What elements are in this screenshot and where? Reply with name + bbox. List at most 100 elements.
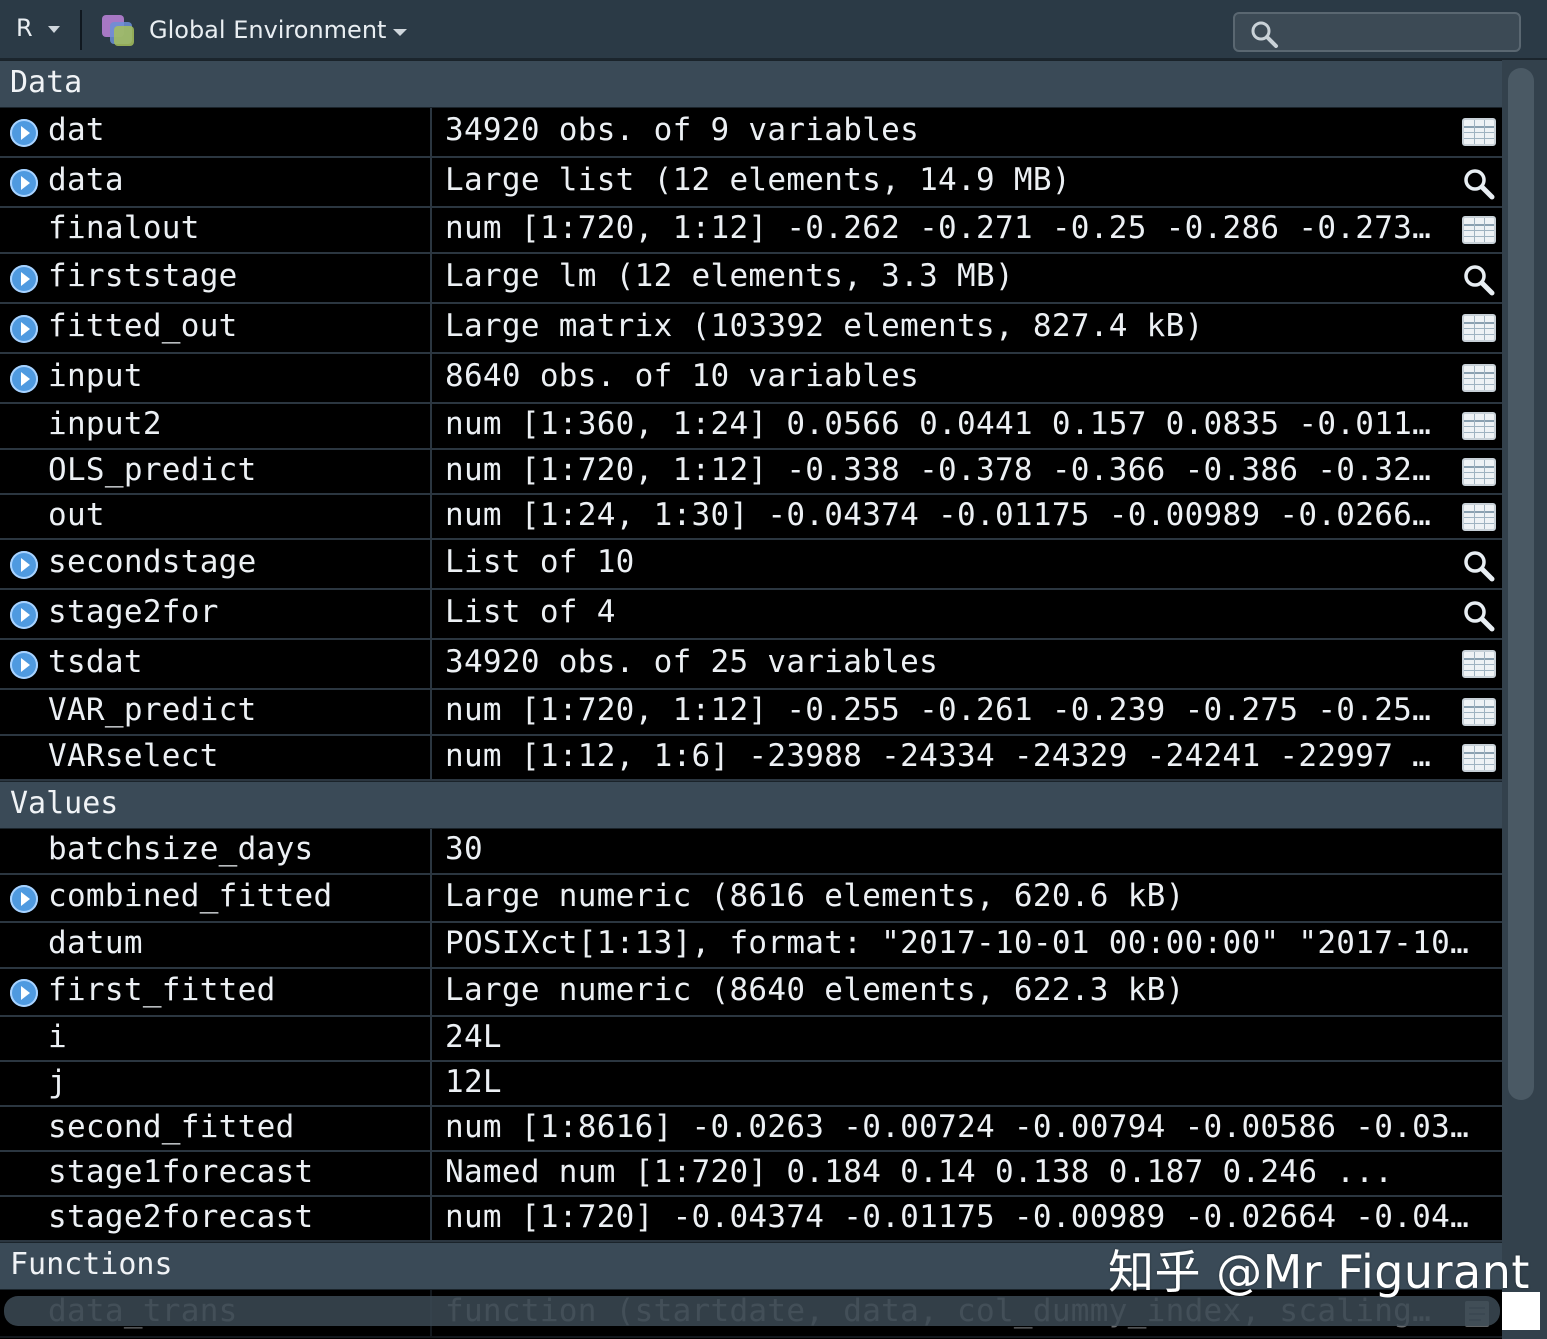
magnifier-icon[interactable] bbox=[1462, 168, 1498, 200]
object-name: VAR_predict bbox=[48, 692, 257, 728]
environment-dropdown-caret-icon[interactable] bbox=[393, 29, 407, 36]
env-object-row[interactable]: data Large list (12 elements, 14.9 MB) bbox=[0, 158, 1502, 208]
expand-arrow-icon[interactable] bbox=[10, 119, 38, 147]
object-name: i bbox=[48, 1019, 67, 1055]
object-name: tsdat bbox=[48, 644, 143, 680]
row-action[interactable] bbox=[1462, 264, 1498, 296]
row-action[interactable] bbox=[1462, 550, 1498, 582]
magnifier-icon[interactable] bbox=[1462, 550, 1498, 582]
view-table-icon[interactable] bbox=[1462, 650, 1496, 678]
environment-dropdown-label[interactable]: Global Environment bbox=[149, 16, 386, 44]
env-object-row[interactable]: OLS_predict num [1:720, 1:12] -0.338 -0.3… bbox=[0, 450, 1502, 495]
env-object-row[interactable]: stage2for List of 4 bbox=[0, 590, 1502, 640]
row-action[interactable] bbox=[1462, 600, 1498, 632]
object-value: Large lm (12 elements, 3.3 MB) bbox=[445, 258, 1014, 294]
object-name: OLS_predict bbox=[48, 452, 257, 488]
magnifier-icon[interactable] bbox=[1462, 600, 1498, 632]
expand-arrow-icon[interactable] bbox=[10, 265, 38, 293]
env-object-row[interactable]: i 24L bbox=[0, 1017, 1502, 1062]
object-value: num [1:360, 1:24] 0.0566 0.0441 0.157 0.… bbox=[445, 406, 1432, 442]
env-object-row[interactable]: second_fitted num [1:8616] -0.0263 -0.007… bbox=[0, 1107, 1502, 1152]
column-divider bbox=[430, 450, 432, 493]
object-name: stage1forecast bbox=[48, 1154, 314, 1190]
row-action[interactable] bbox=[1462, 364, 1498, 394]
expand-arrow-icon[interactable] bbox=[10, 979, 38, 1007]
language-dropdown-caret-icon[interactable] bbox=[48, 26, 60, 33]
object-value: num [1:720] -0.04374 -0.01175 -0.00989 -… bbox=[445, 1199, 1470, 1235]
section-header-data-label: Data bbox=[10, 65, 83, 100]
env-object-row[interactable]: finalout num [1:720, 1:12] -0.262 -0.271 … bbox=[0, 208, 1502, 254]
view-table-icon[interactable] bbox=[1462, 118, 1496, 146]
object-value: num [1:720, 1:12] -0.338 -0.378 -0.366 -… bbox=[445, 452, 1432, 488]
env-object-row[interactable]: secondstage List of 10 bbox=[0, 540, 1502, 590]
object-value: Large list (12 elements, 14.9 MB) bbox=[445, 162, 1071, 198]
view-table-icon[interactable] bbox=[1462, 216, 1496, 244]
expand-arrow-icon[interactable] bbox=[10, 365, 38, 393]
env-object-row[interactable]: fitted_out Large matrix (103392 elements,… bbox=[0, 304, 1502, 354]
expand-arrow-icon[interactable] bbox=[10, 651, 38, 679]
expand-arrow-icon[interactable] bbox=[10, 551, 38, 579]
expand-arrow-icon[interactable] bbox=[10, 169, 38, 197]
env-object-row[interactable]: first_fitted Large numeric (8640 elements… bbox=[0, 969, 1502, 1017]
env-object-row[interactable]: tsdat 34920 obs. of 25 variables bbox=[0, 640, 1502, 690]
env-object-row[interactable]: stage1forecast Named num [1:720] 0.184 0.… bbox=[0, 1152, 1502, 1197]
section-header-values-label: Values bbox=[10, 786, 119, 821]
column-divider bbox=[430, 590, 432, 638]
row-action[interactable] bbox=[1462, 458, 1498, 488]
env-object-row[interactable]: VARselect num [1:12, 1:6] -23988 -24334 -… bbox=[0, 736, 1502, 781]
view-table-icon[interactable] bbox=[1462, 744, 1496, 772]
search-input[interactable] bbox=[1291, 18, 1515, 48]
row-action[interactable] bbox=[1462, 503, 1498, 533]
view-table-icon[interactable] bbox=[1462, 458, 1496, 486]
env-object-row[interactable]: input2 num [1:360, 1:24] 0.0566 0.0441 0.… bbox=[0, 404, 1502, 450]
search-box[interactable] bbox=[1233, 12, 1521, 52]
vertical-scrollbar-thumb[interactable] bbox=[1508, 68, 1534, 1100]
view-table-icon[interactable] bbox=[1462, 314, 1496, 342]
column-divider bbox=[430, 354, 432, 402]
object-name: input bbox=[48, 358, 143, 394]
env-object-row[interactable]: out num [1:24, 1:30] -0.04374 -0.01175 -0… bbox=[0, 495, 1502, 540]
object-value: List of 4 bbox=[445, 594, 616, 630]
expand-arrow-icon[interactable] bbox=[10, 315, 38, 343]
object-value: Large numeric (8640 elements, 622.3 kB) bbox=[445, 972, 1185, 1008]
env-object-row[interactable]: dat 34920 obs. of 9 variables bbox=[0, 108, 1502, 158]
row-action[interactable] bbox=[1462, 168, 1498, 200]
column-divider bbox=[430, 969, 432, 1015]
object-name: fitted_out bbox=[48, 308, 238, 344]
column-divider bbox=[430, 304, 432, 352]
row-action[interactable] bbox=[1462, 744, 1498, 774]
env-object-row[interactable]: datum POSIXct[1:13], format: "2017-10-01 … bbox=[0, 923, 1502, 969]
watermark: 知乎 @Mr Figurant bbox=[1108, 1245, 1530, 1299]
magnifier-icon[interactable] bbox=[1462, 264, 1498, 296]
env-object-row[interactable]: j 12L bbox=[0, 1062, 1502, 1107]
view-table-icon[interactable] bbox=[1462, 698, 1496, 726]
object-value: 8640 obs. of 10 variables bbox=[445, 358, 920, 394]
column-divider bbox=[430, 158, 432, 206]
object-value: num [1:24, 1:30] -0.04374 -0.01175 -0.00… bbox=[445, 497, 1432, 533]
column-divider bbox=[430, 254, 432, 302]
object-name: firststage bbox=[48, 258, 238, 294]
env-object-row[interactable]: batchsize_days 30 bbox=[0, 829, 1502, 875]
object-name: out bbox=[48, 497, 105, 533]
row-action[interactable] bbox=[1462, 650, 1498, 680]
object-name: datum bbox=[48, 925, 143, 961]
row-action[interactable] bbox=[1462, 698, 1498, 728]
env-object-row[interactable]: combined_fitted Large numeric (8616 eleme… bbox=[0, 875, 1502, 923]
object-name: second_fitted bbox=[48, 1109, 295, 1145]
row-action[interactable] bbox=[1462, 412, 1498, 442]
column-divider bbox=[430, 495, 432, 538]
object-name: stage2forecast bbox=[48, 1199, 314, 1235]
section-header-data: Data bbox=[0, 60, 1502, 108]
env-object-row[interactable]: firststage Large lm (12 elements, 3.3 MB) bbox=[0, 254, 1502, 304]
view-table-icon[interactable] bbox=[1462, 412, 1496, 440]
expand-arrow-icon[interactable] bbox=[10, 885, 38, 913]
env-object-row[interactable]: input 8640 obs. of 10 variables bbox=[0, 354, 1502, 404]
view-table-icon[interactable] bbox=[1462, 503, 1496, 531]
language-dropdown-label[interactable]: R bbox=[16, 14, 33, 42]
expand-arrow-icon[interactable] bbox=[10, 601, 38, 629]
env-object-row[interactable]: VAR_predict num [1:720, 1:12] -0.255 -0.2… bbox=[0, 690, 1502, 736]
row-action[interactable] bbox=[1462, 118, 1498, 148]
view-table-icon[interactable] bbox=[1462, 364, 1496, 392]
row-action[interactable] bbox=[1462, 216, 1498, 246]
row-action[interactable] bbox=[1462, 314, 1498, 344]
